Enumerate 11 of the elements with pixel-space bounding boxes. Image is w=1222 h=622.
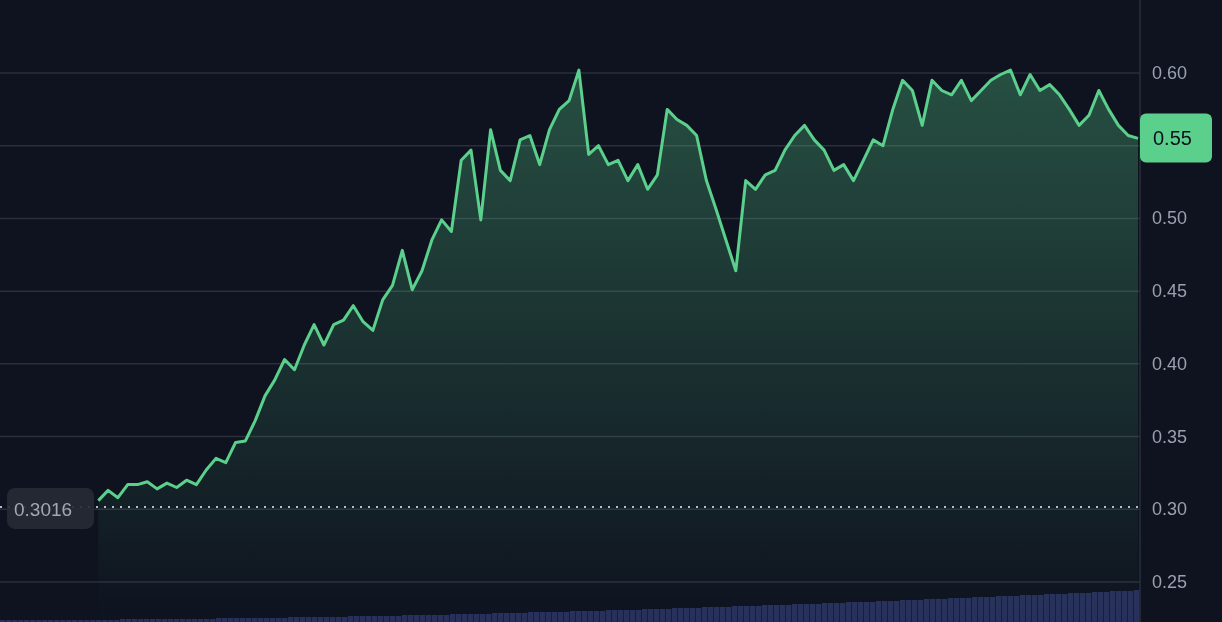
axis-label: 0.50 xyxy=(1152,208,1188,229)
axis-label: 0.25 xyxy=(1152,572,1188,592)
axis-label: 0.35 xyxy=(1152,426,1188,447)
axis-label: 0.45 xyxy=(1152,281,1188,302)
axis-label: 0.60 xyxy=(1152,63,1188,83)
ref-line-label: 0.3016 xyxy=(14,498,73,520)
price-badge: 0.55 xyxy=(1140,113,1212,163)
price-label: 0.3016 xyxy=(7,487,94,529)
axis-label: 0.30 xyxy=(1152,499,1188,520)
y-tick-label: 0.55 xyxy=(1153,127,1192,150)
axis-label: 0.40 xyxy=(1152,353,1188,374)
